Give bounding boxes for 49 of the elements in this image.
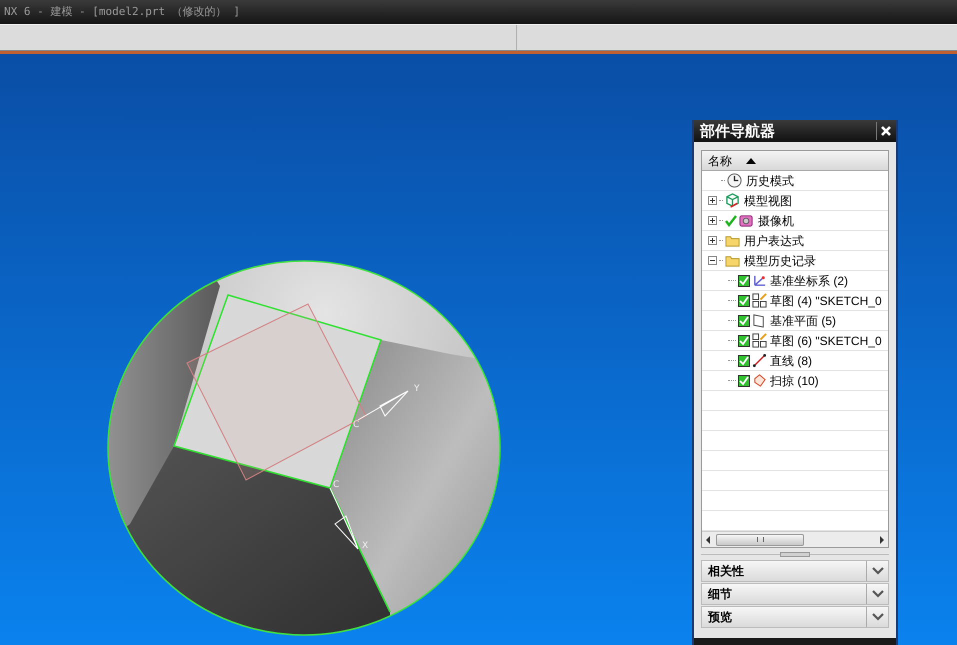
coordinate-axes-icon <box>752 273 767 288</box>
tree-item-label[interactable]: 直线 (8) <box>770 352 812 370</box>
section-title: 细节 <box>706 586 733 603</box>
tree-item-label[interactable]: 用户表达式 <box>744 232 804 250</box>
section-title: 预览 <box>706 609 733 626</box>
panel-title: 部件导航器 <box>700 120 775 142</box>
line-icon <box>752 353 767 368</box>
tree-item-label[interactable]: 草图 (6) "SKETCH_0 <box>770 332 882 350</box>
section-header[interactable]: 细节 <box>701 583 889 605</box>
tree-item-label[interactable]: 扫掠 (10) <box>770 372 819 390</box>
expander-toggle[interactable] <box>708 216 717 225</box>
section-header[interactable]: 相关性 <box>701 560 889 582</box>
checkbox[interactable] <box>738 294 750 306</box>
checkbox[interactable] <box>738 274 750 286</box>
sweep-icon <box>752 373 767 388</box>
close-button[interactable] <box>876 122 894 140</box>
camera-icon <box>739 213 754 228</box>
column-header[interactable]: 名称 <box>702 151 888 171</box>
checkbox[interactable] <box>738 374 750 386</box>
tree-item-label[interactable]: 基准坐标系 (2) <box>770 272 848 290</box>
section-title: 相关性 <box>706 563 745 580</box>
sketch-icon <box>752 333 767 348</box>
checkbox[interactable] <box>738 334 750 346</box>
axis-label: C <box>353 420 360 430</box>
close-icon <box>880 125 892 137</box>
checkbox[interactable] <box>738 354 750 366</box>
axis-label: X <box>362 541 368 551</box>
column-label: 名称 <box>708 152 732 170</box>
axis-label: Y <box>414 384 420 394</box>
cube-icon <box>725 193 740 208</box>
sort-ascending-icon <box>746 158 756 164</box>
window-title: NX 6 - 建模 - [model2.prt （修改的） ] <box>4 4 240 20</box>
tree-item-label[interactable]: 基准平面 (5) <box>770 312 836 330</box>
horizontal-scrollbar[interactable] <box>702 531 888 547</box>
tree-item-label[interactable]: 历史模式 <box>746 172 794 190</box>
splitter-handle[interactable] <box>780 552 810 556</box>
axis-label: C <box>333 480 340 490</box>
sketch-icon <box>752 293 767 308</box>
tree-item-label[interactable]: 模型视图 <box>744 192 792 210</box>
clock-icon <box>727 173 742 188</box>
expander-toggle[interactable] <box>708 236 717 245</box>
section-header[interactable]: 预览 <box>701 606 889 628</box>
tree-item-label[interactable]: 草图 (4) "SKETCH_0 <box>770 292 882 310</box>
tree-item-label[interactable]: 模型历史记录 <box>744 252 816 270</box>
tree-item-label[interactable]: 摄像机 <box>758 212 794 230</box>
checkbox[interactable] <box>738 314 750 326</box>
graphics-viewport[interactable]: Y C C X 部件导航器 名称 历史模式 模型视图 摄像机 用户表达式 模型历史记录 基准坐标系 (2) 草图 (4) "SKETCH_0 基准平面 (5) 草图 (6) "SKETCH_0 直线 (8) 扫掠 (10) 相关性 细节 预览 <box>0 54 957 645</box>
expander-toggle[interactable] <box>708 256 717 265</box>
expander-toggle[interactable] <box>708 196 717 205</box>
